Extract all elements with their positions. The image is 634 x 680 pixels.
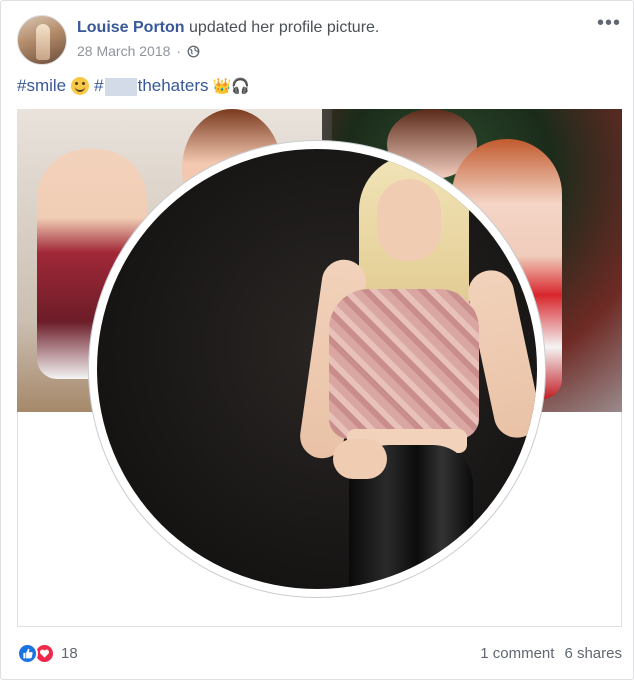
- crown-headphones-emoji: 👑🎧: [212, 78, 250, 95]
- meta-separator: ·: [176, 43, 182, 59]
- photo-hand: [333, 439, 387, 479]
- more-options-icon[interactable]: •••: [597, 13, 621, 33]
- reactions-summary[interactable]: 18: [17, 642, 78, 664]
- post-card: Louise Porton updated her profile pictur…: [0, 0, 634, 680]
- avatar-figure: [36, 24, 50, 60]
- post-header: Louise Porton updated her profile pictur…: [77, 19, 379, 37]
- post-action-label: updated her profile picture.: [189, 19, 380, 36]
- like-icon: [17, 642, 38, 664]
- post-date-link[interactable]: 28 March 2018: [77, 43, 170, 59]
- profile-picture[interactable]: [97, 149, 537, 589]
- photo-face: [377, 179, 441, 261]
- post-caption: #smile # thehaters 👑🎧: [17, 76, 254, 96]
- hashtag-smile[interactable]: #smile: [17, 76, 66, 96]
- hashtag-suffix: thehaters: [137, 76, 209, 95]
- smile-emoji-icon: [71, 77, 90, 95]
- post-footer: 18 1 comment 6 shares: [17, 641, 622, 665]
- post-meta: 28 March 2018 ·: [77, 43, 200, 59]
- redaction-blur: [104, 77, 137, 96]
- reaction-count: 18: [61, 644, 78, 662]
- globe-icon[interactable]: [187, 45, 200, 58]
- hashtag-thehaters[interactable]: # thehaters: [94, 76, 208, 96]
- author-name-link[interactable]: Louise Porton: [77, 19, 185, 36]
- shares-count-link[interactable]: 6 shares: [564, 645, 622, 662]
- author-avatar[interactable]: [17, 15, 67, 65]
- post-action-text: updated her profile picture.: [189, 19, 379, 36]
- engagement-stats: 1 comment 6 shares: [480, 645, 622, 662]
- comments-count-link[interactable]: 1 comment: [480, 645, 554, 662]
- hashtag-prefix: #: [94, 76, 104, 95]
- photo-floral-top: [329, 289, 479, 439]
